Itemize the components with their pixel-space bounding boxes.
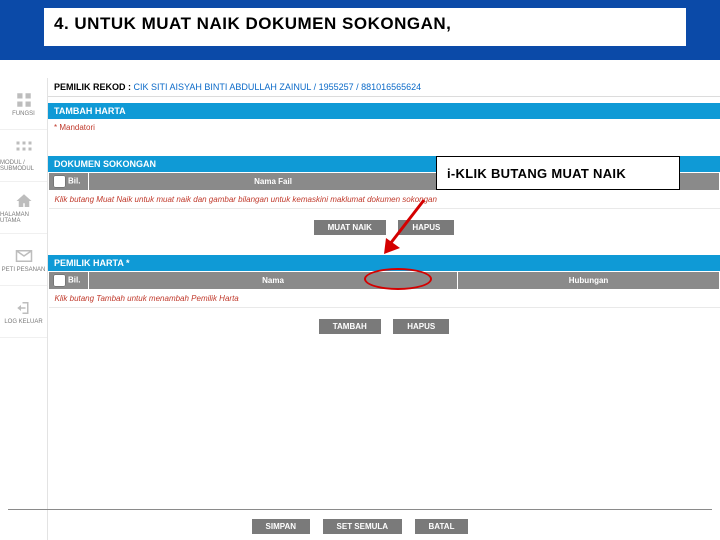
col-bil: Bil. [68,276,80,285]
col-bil: Bil. [68,177,80,186]
pemilik-button-row: TAMBAH HAPUS [48,308,720,348]
batal-button[interactable]: BATAL [415,519,469,534]
slide-title: 4. UNTUK MUAT NAIK DOKUMEN SOKONGAN, [54,14,676,34]
col-nama: Nama [89,272,458,290]
instruction-callout: i-KLIK BUTANG MUAT NAIK [436,156,680,190]
sidebar-item-modul[interactable]: MODUL / SUBMODUL [0,130,47,182]
select-all-checkbox[interactable] [53,175,66,188]
footer-buttons: SIMPAN SET SEMULA BATAL [0,509,720,534]
sidebar-item-label: HALAMAN UTAMA [0,212,47,224]
select-all-checkbox[interactable] [53,274,66,287]
sidebar-item-log-keluar[interactable]: LOG KELUAR [0,286,47,338]
main-panel: PEMILIK REKOD : CIK SITI AISYAH BINTI AB… [48,78,720,348]
section-pemilik-harta: PEMILIK HARTA * [48,255,720,271]
mail-icon [15,247,33,265]
sidebar-item-label: LOG KELUAR [4,319,42,325]
divider [8,509,712,510]
sidebar-item-peti-pesanan[interactable]: PETI PESANAN [0,234,47,286]
muat-naik-button[interactable]: MUAT NAIK [314,220,386,235]
home-icon [15,192,33,210]
dokumen-button-row: MUAT NAIK HAPUS [48,209,720,249]
set-semula-button[interactable]: SET SEMULA [323,519,403,534]
callout-text: i-KLIK BUTANG MUAT NAIK [447,166,626,181]
dokumen-hint: Klik butang Muat Naik untuk muat naik da… [49,191,720,209]
slide-title-box: 4. UNTUK MUAT NAIK DOKUMEN SOKONGAN, [44,8,686,46]
pemilik-hint: Klik butang Tambah untuk menambah Pemili… [49,290,720,308]
section-tambah-harta: TAMBAH HARTA [48,103,720,119]
grid-icon [15,91,33,109]
hapus-button[interactable]: HAPUS [398,220,454,235]
record-owner-row: PEMILIK REKOD : CIK SITI AISYAH BINTI AB… [48,78,720,97]
sidebar-item-label: FUNGSI [12,111,35,117]
sidebar-item-label: PETI PESANAN [2,267,46,273]
pemilik-harta-table: Bil. Nama Hubungan Klik butang Tambah un… [48,271,720,308]
modules-icon [15,140,33,158]
record-owner-label: PEMILIK REKOD : [54,82,131,92]
simpan-button[interactable]: SIMPAN [252,519,311,534]
col-nama-fail: Nama Fail [89,173,458,191]
sidebar-item-halaman-utama[interactable]: HALAMAN UTAMA [0,182,47,234]
sidebar-item-fungsi[interactable]: FUNGSI [0,78,47,130]
hapus-pemilik-button[interactable]: HAPUS [393,319,449,334]
logout-icon [15,299,33,317]
tambah-button[interactable]: TAMBAH [319,319,381,334]
record-owner-value[interactable]: CIK SITI AISYAH BINTI ABDULLAH ZAINUL / … [134,82,422,92]
col-hubungan: Hubungan [458,272,720,290]
sidebar: FUNGSI MODUL / SUBMODUL HALAMAN UTAMA PE… [0,78,48,540]
sidebar-item-label: MODUL / SUBMODUL [0,160,47,172]
mandatori-note: * Mandatori [48,119,720,150]
